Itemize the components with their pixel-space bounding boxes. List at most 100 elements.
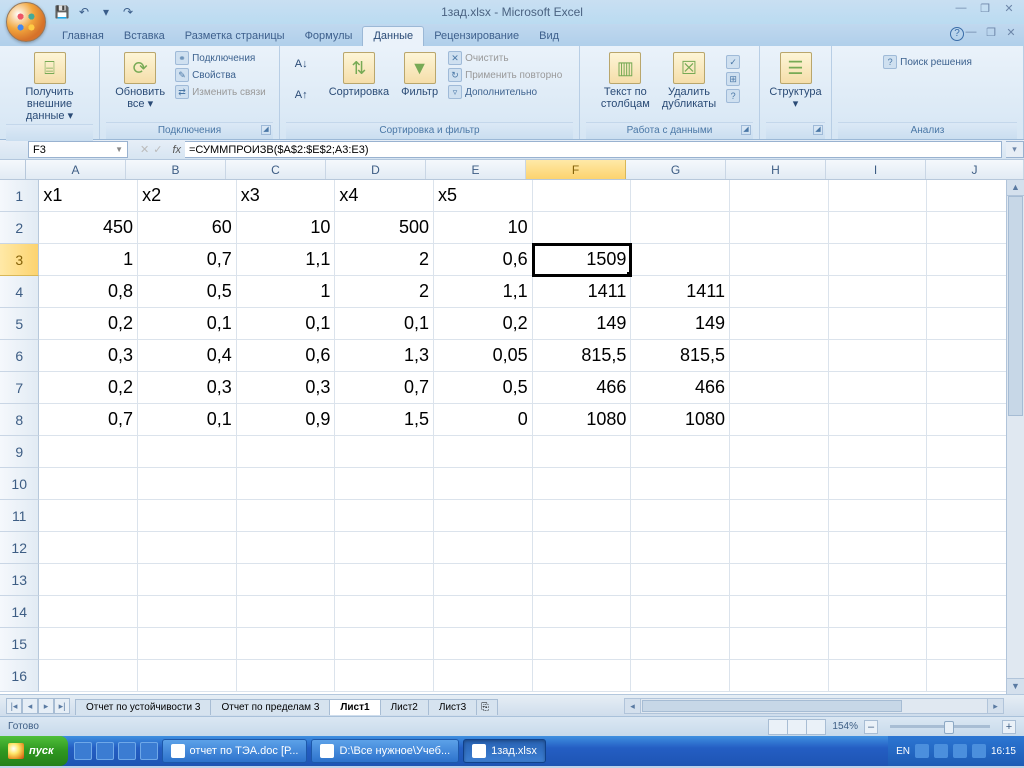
- row-header-16[interactable]: 16: [0, 660, 39, 692]
- tab-data[interactable]: Данные: [362, 26, 424, 46]
- vertical-scrollbar[interactable]: ▲ ▼: [1006, 180, 1024, 694]
- filter-button[interactable]: ▼ Фильтр: [397, 50, 442, 100]
- remove-duplicates-button[interactable]: ☒ Удалить дубликаты: [658, 50, 720, 112]
- cell-H14[interactable]: [730, 596, 829, 628]
- dialog-launcher-icon[interactable]: ◢: [741, 125, 751, 135]
- get-external-data-button[interactable]: ⌸ Получить внешние данные ▾: [6, 50, 93, 124]
- cell-H12[interactable]: [730, 532, 829, 564]
- clock[interactable]: 16:15: [991, 746, 1016, 757]
- row-header-4[interactable]: 4: [0, 276, 39, 308]
- cell-F4[interactable]: 1411: [533, 276, 632, 308]
- cell-C8[interactable]: 0,9: [237, 404, 336, 436]
- cell-E14[interactable]: [434, 596, 533, 628]
- enter-formula-icon[interactable]: ✓: [153, 143, 162, 156]
- cell-H4[interactable]: [730, 276, 829, 308]
- cell-I7[interactable]: [829, 372, 928, 404]
- row-header-14[interactable]: 14: [0, 596, 39, 628]
- ql-icon[interactable]: [118, 742, 136, 760]
- row-header-8[interactable]: 8: [0, 404, 39, 436]
- cell-B8[interactable]: 0,1: [138, 404, 237, 436]
- cell-C15[interactable]: [237, 628, 336, 660]
- cell-D6[interactable]: 1,3: [335, 340, 434, 372]
- column-header-E[interactable]: E: [426, 160, 526, 179]
- cell-I12[interactable]: [829, 532, 928, 564]
- first-sheet-icon[interactable]: |◂: [6, 698, 22, 714]
- tab-pagelayout[interactable]: Разметка страницы: [175, 27, 295, 46]
- sort-asc-button[interactable]: A↓: [295, 50, 317, 80]
- cell-A3[interactable]: 1: [39, 244, 138, 276]
- wb-maximize-button[interactable]: ❐: [984, 26, 998, 39]
- cell-C5[interactable]: 0,1: [237, 308, 336, 340]
- cell-F5[interactable]: 149: [533, 308, 632, 340]
- cell-H6[interactable]: [730, 340, 829, 372]
- cell-D1[interactable]: x4: [335, 180, 434, 212]
- cell-I8[interactable]: [829, 404, 928, 436]
- cell-G15[interactable]: [631, 628, 730, 660]
- page-layout-view-button[interactable]: [787, 719, 807, 735]
- cell-A11[interactable]: [39, 500, 138, 532]
- cell-F7[interactable]: 466: [533, 372, 632, 404]
- cell-A4[interactable]: 0,8: [39, 276, 138, 308]
- cell-E15[interactable]: [434, 628, 533, 660]
- horizontal-scrollbar[interactable]: ◂ ▸: [624, 698, 1004, 714]
- prev-sheet-icon[interactable]: ◂: [22, 698, 38, 714]
- cell-I16[interactable]: [829, 660, 928, 692]
- redo-icon[interactable]: ↷: [120, 4, 136, 20]
- column-header-A[interactable]: A: [26, 160, 126, 179]
- tab-home[interactable]: Главная: [52, 27, 114, 46]
- cell-E1[interactable]: x5: [434, 180, 533, 212]
- taskbar-button[interactable]: 1зад.xlsx: [463, 739, 546, 763]
- cell-B3[interactable]: 0,7: [138, 244, 237, 276]
- new-sheet-button[interactable]: ⎘: [476, 699, 498, 715]
- scroll-up-icon[interactable]: ▲: [1007, 180, 1024, 196]
- cell-I9[interactable]: [829, 436, 928, 468]
- cell-G16[interactable]: [631, 660, 730, 692]
- cell-B11[interactable]: [138, 500, 237, 532]
- column-header-B[interactable]: B: [126, 160, 226, 179]
- cell-H3[interactable]: [730, 244, 829, 276]
- name-box[interactable]: F3▼: [28, 141, 128, 158]
- cell-E3[interactable]: 0,6: [434, 244, 533, 276]
- scroll-thumb[interactable]: [642, 700, 902, 712]
- row-header-11[interactable]: 11: [0, 500, 39, 532]
- cell-F15[interactable]: [533, 628, 632, 660]
- cell-C3[interactable]: 1,1: [237, 244, 336, 276]
- cell-C9[interactable]: [237, 436, 336, 468]
- cell-A1[interactable]: x1: [39, 180, 138, 212]
- consolidate-button[interactable]: ⊞: [724, 71, 742, 87]
- cancel-formula-icon[interactable]: ✕: [140, 143, 149, 156]
- sheet-tab[interactable]: Отчет по устойчивости 3: [75, 699, 211, 715]
- cell-H9[interactable]: [730, 436, 829, 468]
- reapply-filter-button[interactable]: ↻Применить повторно: [446, 67, 564, 83]
- tray-icon[interactable]: [953, 744, 967, 758]
- office-button[interactable]: [6, 2, 46, 42]
- cell-H2[interactable]: [730, 212, 829, 244]
- cell-C1[interactable]: x3: [237, 180, 336, 212]
- cell-F9[interactable]: [533, 436, 632, 468]
- cell-F12[interactable]: [533, 532, 632, 564]
- row-header-13[interactable]: 13: [0, 564, 39, 596]
- cell-I14[interactable]: [829, 596, 928, 628]
- cell-G12[interactable]: [631, 532, 730, 564]
- cell-A2[interactable]: 450: [39, 212, 138, 244]
- cell-E13[interactable]: [434, 564, 533, 596]
- cell-C13[interactable]: [237, 564, 336, 596]
- minimize-button[interactable]: —: [952, 2, 970, 15]
- chevron-down-icon[interactable]: ▼: [115, 145, 123, 154]
- wb-minimize-button[interactable]: —: [964, 26, 978, 39]
- cell-C12[interactable]: [237, 532, 336, 564]
- zoom-percent[interactable]: 154%: [832, 721, 858, 732]
- column-header-J[interactable]: J: [926, 160, 1024, 179]
- sort-desc-button[interactable]: A↑: [295, 81, 317, 111]
- cell-F10[interactable]: [533, 468, 632, 500]
- cell-I10[interactable]: [829, 468, 928, 500]
- zoom-slider[interactable]: [890, 725, 990, 728]
- cell-B2[interactable]: 60: [138, 212, 237, 244]
- cell-G3[interactable]: [631, 244, 730, 276]
- cell-D4[interactable]: 2: [335, 276, 434, 308]
- cell-H15[interactable]: [730, 628, 829, 660]
- cell-E4[interactable]: 1,1: [434, 276, 533, 308]
- cell-B9[interactable]: [138, 436, 237, 468]
- dialog-launcher-icon[interactable]: ◢: [261, 125, 271, 135]
- cell-A8[interactable]: 0,7: [39, 404, 138, 436]
